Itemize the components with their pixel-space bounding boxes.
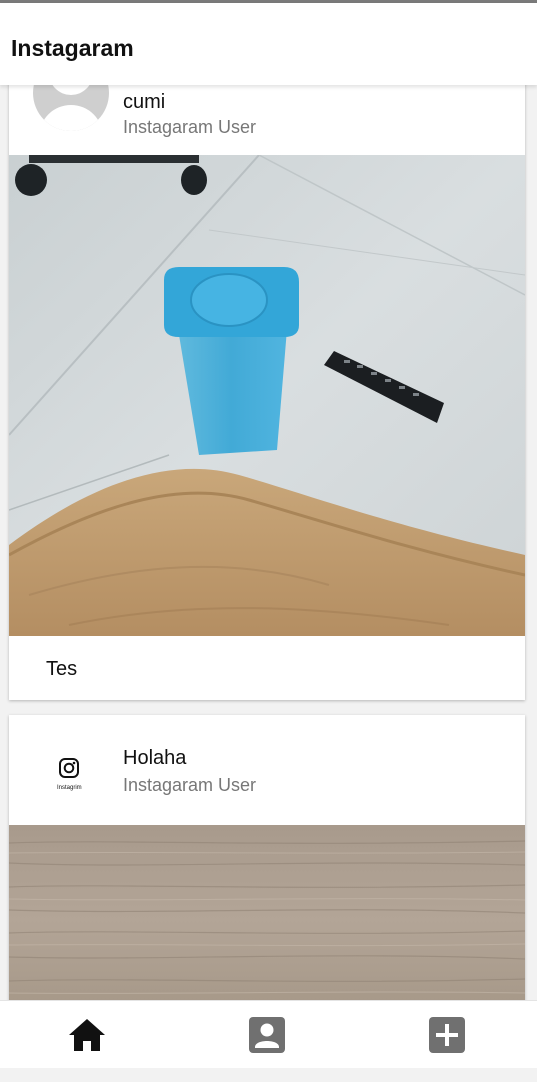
avatar[interactable]: Instagrim	[57, 757, 82, 791]
post-user-type: Instagaram User	[123, 117, 257, 137]
post-card: Instagrim Holaha Instagaram User	[9, 715, 525, 1000]
app-bar: Instagaram	[0, 3, 537, 85]
post-caption: Tes	[46, 658, 78, 680]
post-username[interactable]: Holaha	[123, 747, 186, 770]
post-header[interactable]: cumi Instagaram User	[9, 85, 525, 155]
post-card: cumi Instagaram User Tes	[9, 85, 525, 700]
feed[interactable]: cumi Instagaram User Tes Instagrim Holah…	[0, 85, 537, 1000]
avatar[interactable]	[33, 85, 109, 131]
post-image[interactable]	[9, 155, 525, 636]
system-nav-strip	[0, 1068, 537, 1082]
post-image[interactable]	[9, 825, 525, 1000]
nav-home-button[interactable]	[67, 1015, 107, 1055]
profile-icon	[249, 1017, 285, 1053]
post-user-type: Instagaram User	[123, 775, 257, 795]
post-username[interactable]: cumi	[123, 91, 165, 114]
avatar-head-icon	[49, 85, 93, 95]
wood-photo	[9, 825, 525, 1000]
home-icon	[69, 1019, 105, 1051]
nav-profile-button[interactable]	[247, 1015, 287, 1055]
avatar-body-icon	[39, 105, 103, 131]
instagram-icon	[59, 758, 79, 778]
app-title: Instagaram	[11, 35, 134, 61]
floor-photo	[9, 155, 525, 636]
add-box-icon	[429, 1017, 465, 1053]
post-header[interactable]: Instagrim Holaha Instagaram User	[9, 715, 525, 815]
avatar-brand-text: Instagrim	[57, 785, 82, 791]
bottom-navigation	[0, 1000, 537, 1069]
nav-add-post-button[interactable]	[427, 1015, 467, 1055]
